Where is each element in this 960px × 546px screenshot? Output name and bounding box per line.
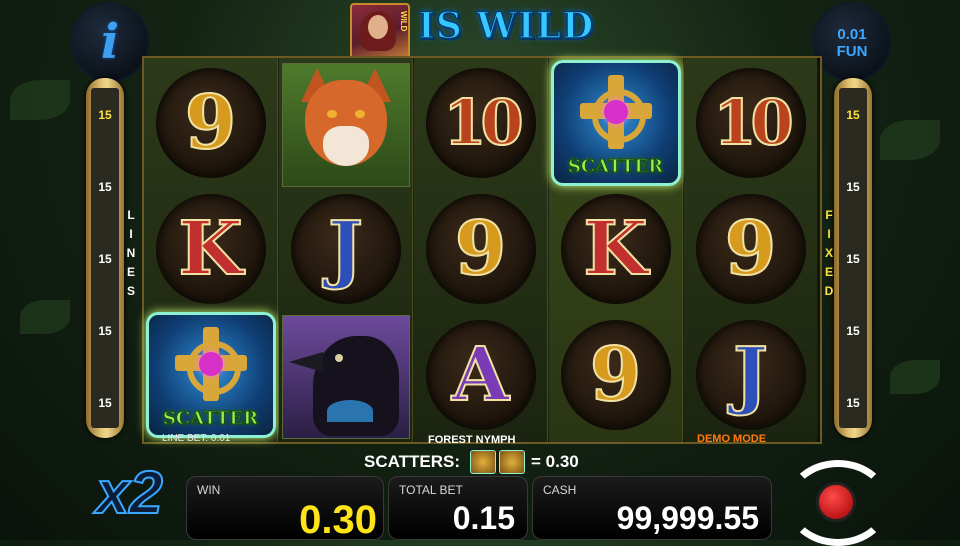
reel-cell: 9 xyxy=(684,186,817,312)
total-bet-panel[interactable]: TOTAL BET 0.15 xyxy=(388,476,528,540)
card-symbol-k: K xyxy=(582,206,648,292)
card-symbol-j: J xyxy=(732,332,769,418)
scatter-payout: SCATTERS: = 0.30 xyxy=(364,450,579,474)
win-panel: WIN 0.30 xyxy=(186,476,384,542)
cash-panel: CASH 99,999.55 xyxy=(532,476,772,540)
total-bet-label: TOTAL BET xyxy=(399,483,463,497)
lines-label: LINES xyxy=(126,208,136,298)
reel-cell: J xyxy=(279,186,412,312)
scatter-symbol: SCATTER xyxy=(550,60,681,186)
line-bet-label: LINE BET: 0.01 xyxy=(162,433,231,444)
left-lines-bar: 15 15 15 15 15 xyxy=(86,78,124,438)
multiplier-indicator: x2 xyxy=(95,458,164,527)
line-count-3: 15 xyxy=(98,252,112,266)
info-button[interactable]: i xyxy=(70,2,150,82)
raven-symbol xyxy=(281,315,410,439)
scatters-value: = 0.30 xyxy=(531,452,579,471)
card-symbol-9: 9 xyxy=(724,206,777,292)
reel-1: 9 K SCATTER xyxy=(144,58,278,442)
currency-label: FUN xyxy=(836,43,868,60)
scatter-mini-icon xyxy=(499,450,526,474)
scatters-label: SCATTERS: xyxy=(364,452,461,471)
reel-cell: A xyxy=(414,312,547,438)
denomination-value: 0.01 xyxy=(837,26,867,43)
cash-label: CASH xyxy=(543,483,577,497)
reel-cell: 10 xyxy=(414,60,547,186)
line-count-2: 15 xyxy=(98,180,112,194)
wild-symbol-thumbnail: WILD xyxy=(350,3,410,59)
card-symbol-a: A xyxy=(451,332,510,418)
reel-area: 9 K SCATTER J 10 9 A SCATTER K 9 10 9 J xyxy=(142,56,822,444)
spin-core-icon xyxy=(816,482,856,522)
reel-2: J xyxy=(279,58,413,442)
nymph-face xyxy=(368,15,388,39)
line-count-1: 15 xyxy=(98,108,112,122)
reel-cell: 9 xyxy=(414,186,547,312)
celtic-cross-icon xyxy=(174,327,247,401)
fixed-label: FIXED xyxy=(824,208,834,298)
foliage-decoration xyxy=(20,300,70,334)
right-lines-bar: 15 15 15 15 15 xyxy=(834,78,872,438)
reel-cell: 9 xyxy=(144,60,277,186)
game-title: FOREST NYMPH xyxy=(428,434,516,446)
card-symbol-j: J xyxy=(327,206,364,292)
scatter-symbol: SCATTER xyxy=(145,312,276,438)
foliage-decoration xyxy=(880,120,940,160)
foliage-decoration xyxy=(890,360,940,394)
wild-banner-text: IS WILD xyxy=(417,4,595,48)
reel-cell: J xyxy=(684,312,817,438)
scatter-mini-icon xyxy=(470,450,497,474)
fox-symbol xyxy=(281,63,410,187)
line-count-2: 15 xyxy=(846,180,860,194)
line-count-5: 15 xyxy=(98,396,112,410)
line-count-4: 15 xyxy=(98,324,112,338)
line-count-5: 15 xyxy=(846,396,860,410)
spin-button[interactable] xyxy=(778,454,890,546)
scatter-word: SCATTER xyxy=(162,408,259,430)
line-count-3: 15 xyxy=(846,252,860,266)
card-symbol-k: K xyxy=(177,206,243,292)
celtic-cross-icon xyxy=(579,75,652,149)
demo-mode-label: DEMO MODE xyxy=(697,433,767,445)
cash-value: 99,999.55 xyxy=(616,500,759,536)
denomination-badge[interactable]: 0.01 FUN xyxy=(812,2,892,82)
line-count-4: 15 xyxy=(846,324,860,338)
win-label: WIN xyxy=(197,483,221,497)
reel-cell: SCATTER xyxy=(549,60,682,186)
reel-5: 10 9 J xyxy=(684,58,817,442)
total-bet-value: 0.15 xyxy=(452,500,515,536)
win-value: 0.30 xyxy=(299,498,377,542)
reel-cell: SCATTER xyxy=(144,312,277,438)
reel-cell xyxy=(279,314,412,440)
reel-cell: 10 xyxy=(684,60,817,186)
reel-3: 10 9 A xyxy=(414,58,548,442)
card-symbol-10: 10 xyxy=(712,86,794,159)
reel-4: SCATTER K 9 xyxy=(549,58,683,442)
card-symbol-9: 9 xyxy=(454,206,507,292)
scatter-word: SCATTER xyxy=(567,156,664,178)
card-symbol-10: 10 xyxy=(442,86,524,159)
info-icon: i xyxy=(100,14,120,70)
card-symbol-9: 9 xyxy=(184,80,237,166)
reel-cell: K xyxy=(549,186,682,312)
reel-cell: K xyxy=(144,186,277,312)
card-symbol-9: 9 xyxy=(589,332,642,418)
wild-thumb-label: WILD xyxy=(399,11,408,32)
reel-cell: 9 xyxy=(549,312,682,438)
foliage-decoration xyxy=(10,80,70,120)
line-count-1: 15 xyxy=(846,108,860,122)
reel-cell xyxy=(279,62,412,188)
